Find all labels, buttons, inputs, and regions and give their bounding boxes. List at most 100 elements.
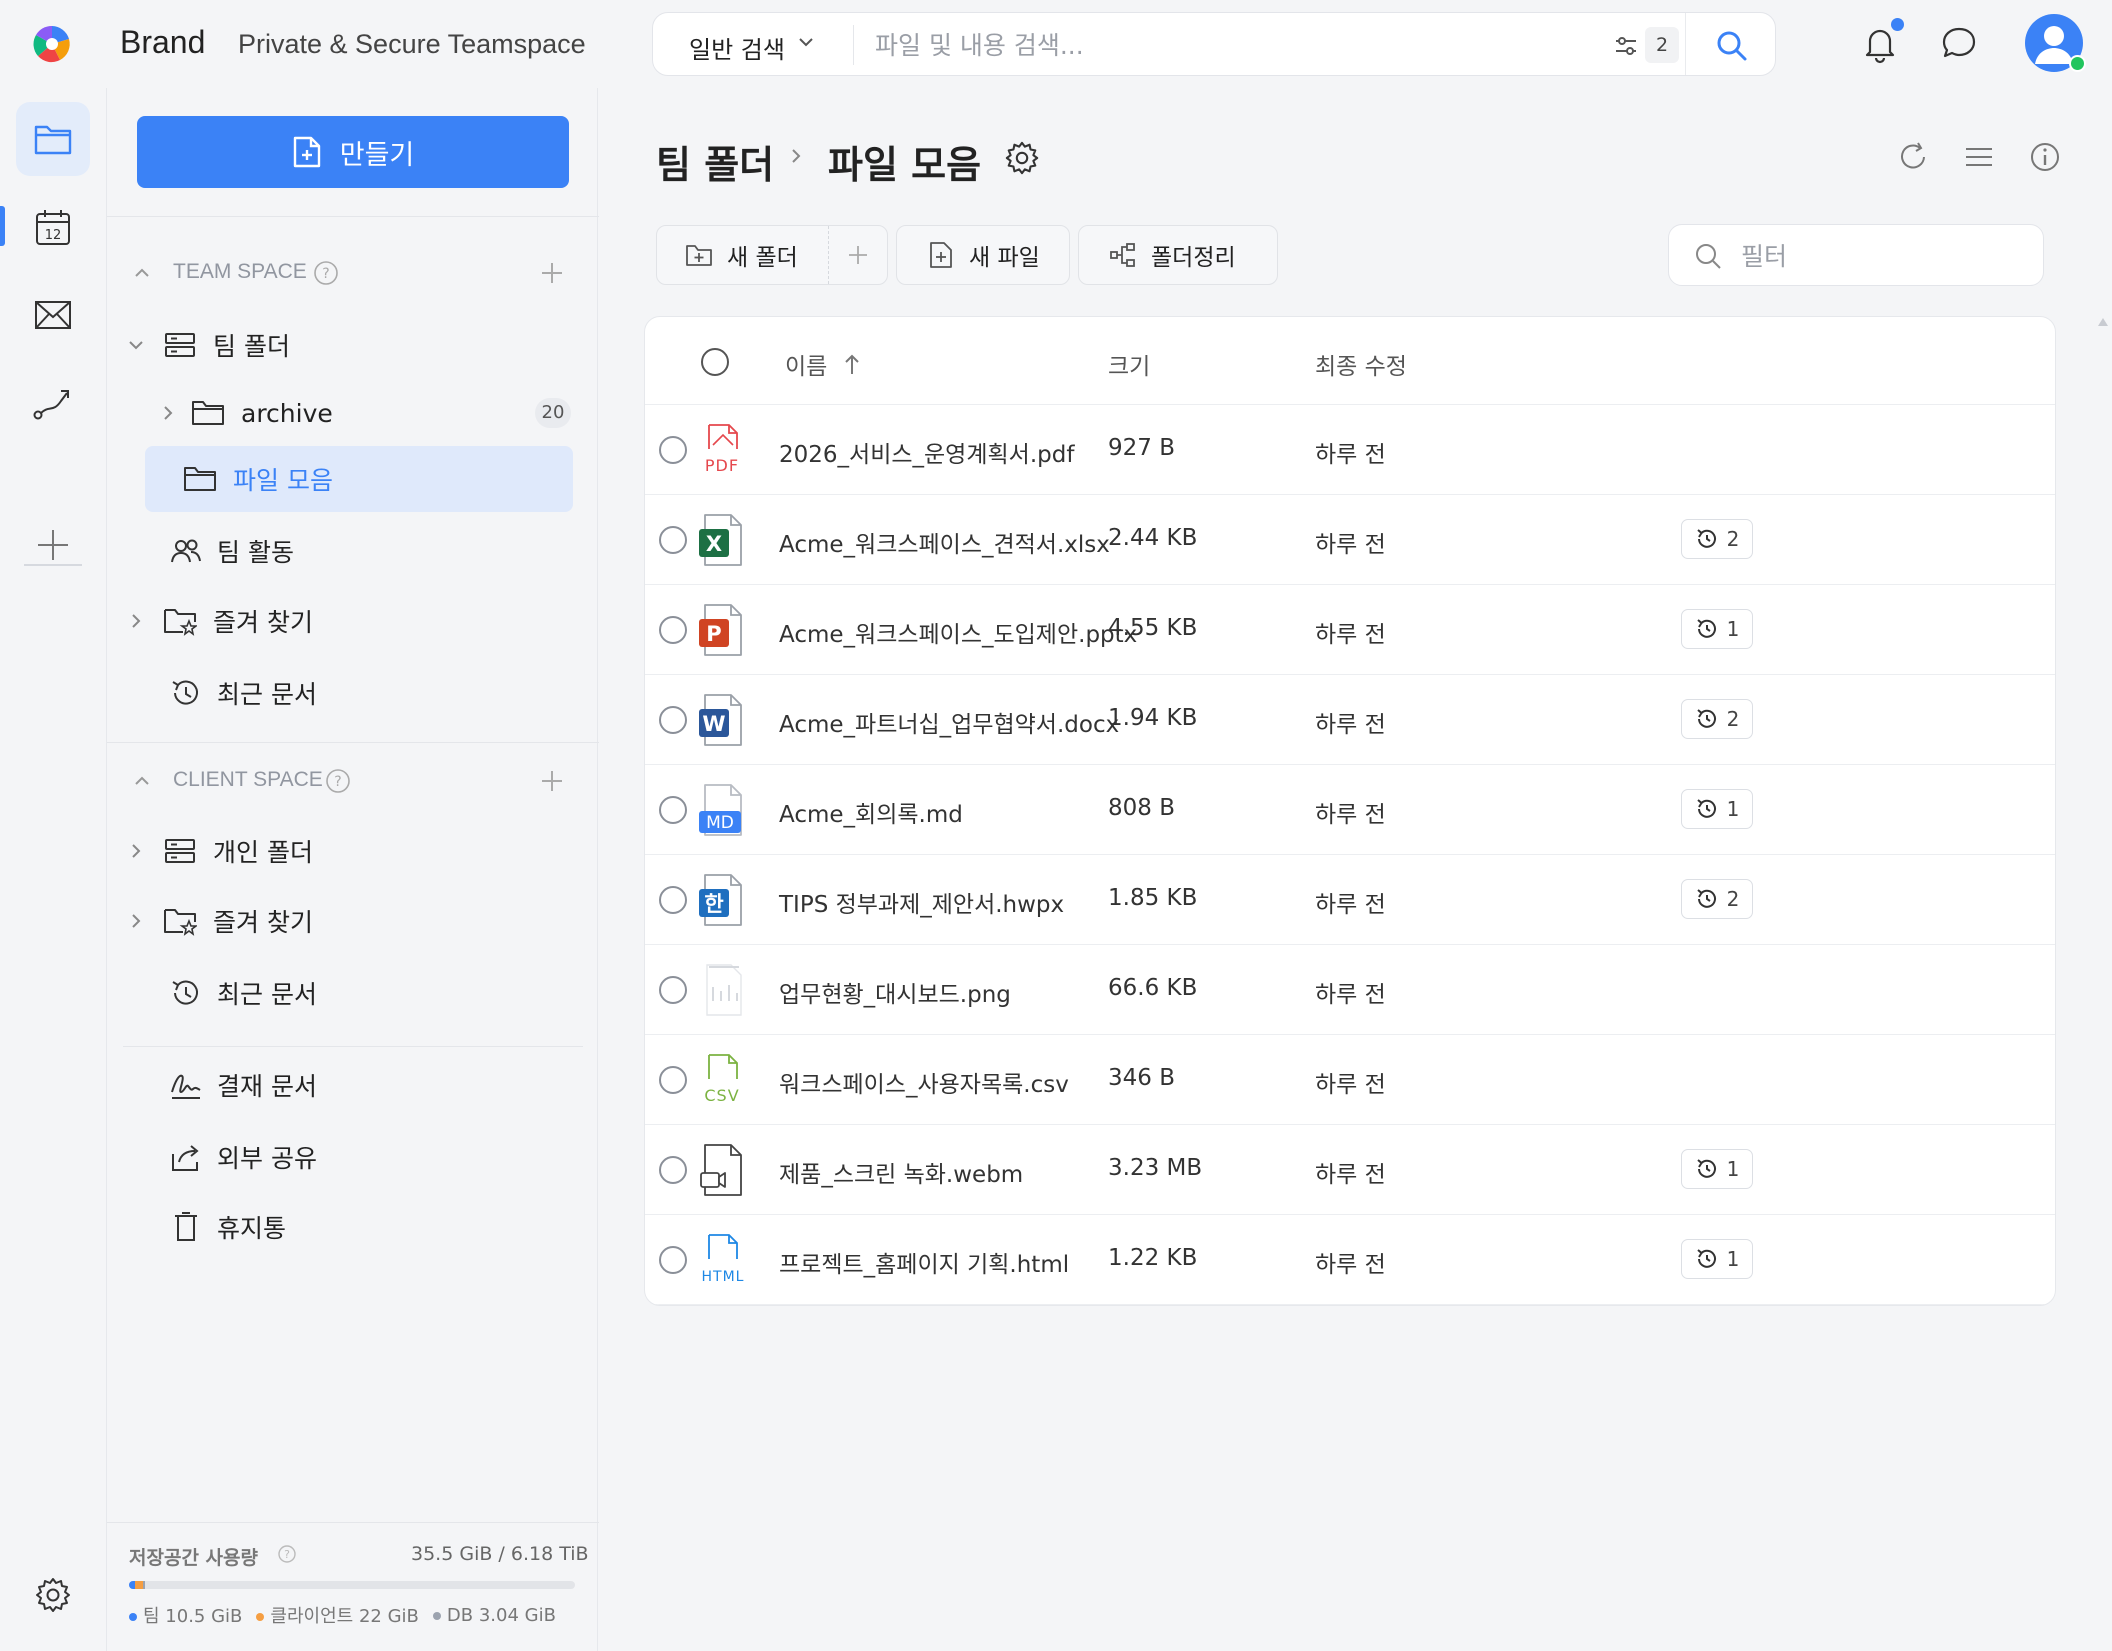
sidebar-item-recent[interactable]: 최근 문서 [117, 660, 547, 726]
table-row[interactable]: 제품_스크린 녹화.webm 3.23 MB 하루 전 1 [645, 1125, 2055, 1215]
column-header-name[interactable]: 이름 [785, 347, 863, 381]
row-select-checkbox[interactable] [659, 706, 687, 734]
version-history-button[interactable]: 1 [1681, 609, 1753, 649]
file-name[interactable]: TIPS 정부과제_제안서.hwpx [779, 885, 1064, 919]
row-select-checkbox[interactable] [659, 616, 687, 644]
sidebar-item-team-activity[interactable]: 팀 활동 [117, 518, 547, 584]
file-name[interactable]: 프로젝트_홈페이지 기획.html [779, 1245, 1069, 1279]
search-icon[interactable] [1713, 27, 1751, 65]
version-history-button[interactable]: 1 [1681, 1149, 1753, 1189]
help-icon[interactable]: ? [325, 768, 351, 794]
column-header-modified[interactable]: 최종 수정 [1315, 347, 1407, 381]
sidebar-item-favorites[interactable]: 즐겨 찾기 [117, 588, 547, 654]
sidebar-item-trash[interactable]: 휴지통 [117, 1194, 547, 1260]
brand-logo-icon[interactable] [30, 22, 74, 66]
version-history-button[interactable]: 2 [1681, 699, 1753, 739]
new-folder-button[interactable]: 새 폴더 [657, 226, 829, 284]
bell-icon[interactable] [1862, 24, 1898, 64]
version-history-button[interactable]: 2 [1681, 519, 1753, 559]
sidebar-item-personal-folder[interactable]: 개인 폴더 [117, 818, 547, 884]
version-count: 1 [1726, 1157, 1740, 1181]
add-client-space-icon[interactable] [539, 768, 565, 794]
table-row[interactable]: PDF 2026_서비스_운영계획서.pdf 927 B 하루 전 [645, 405, 2055, 495]
table-row[interactable]: 한 TIPS 정부과제_제안서.hwpx 1.85 KB 하루 전 2 [645, 855, 2055, 945]
filter-count-badge[interactable]: 2 [1645, 27, 1679, 63]
breadcrumb-root[interactable]: 팀 폴더 [656, 134, 774, 189]
rail-workflow[interactable] [16, 366, 90, 440]
help-icon[interactable]: ? [313, 260, 339, 286]
add-team-space-icon[interactable] [539, 260, 565, 286]
sidebar-item-client-recent[interactable]: 최근 문서 [117, 960, 547, 1026]
table-row[interactable]: 업무현황_대시보드.png 66.6 KB 하루 전 [645, 945, 2055, 1035]
organize-folder-button[interactable]: 폴더정리 [1078, 225, 1278, 285]
file-name[interactable]: 제품_스크린 녹화.webm [779, 1155, 1023, 1189]
refresh-icon[interactable] [1896, 140, 1930, 174]
sidebar-item-file-collection[interactable]: 파일 모음 [145, 446, 573, 512]
chevron-right-icon[interactable] [125, 610, 147, 632]
info-icon[interactable] [2028, 140, 2062, 174]
file-name[interactable]: Acme_회의록.md [779, 795, 963, 829]
row-select-checkbox[interactable] [659, 796, 687, 824]
version-history-button[interactable]: 2 [1681, 879, 1753, 919]
chevron-right-icon[interactable] [125, 840, 147, 862]
sidebar-item-approval[interactable]: 결재 문서 [117, 1052, 547, 1118]
row-select-checkbox[interactable] [659, 976, 687, 1004]
pptx-file-icon: P [699, 604, 742, 656]
table-row[interactable]: X Acme_워크스페이스_견적서.xlsx 2.44 KB 하루 전 2 [645, 495, 2055, 585]
row-select-checkbox[interactable] [659, 526, 687, 554]
sidebar-item-external-share[interactable]: 외부 공유 [117, 1124, 547, 1190]
chevron-up-icon[interactable] [131, 262, 153, 284]
table-row[interactable]: P Acme_워크스페이스_도입제안.pptx 4.55 KB 하루 전 1 [645, 585, 2055, 675]
create-button[interactable]: 만들기 [137, 116, 569, 188]
chevron-right-icon[interactable] [125, 910, 147, 932]
table-header: 이름 크기 최종 수정 [645, 317, 2055, 405]
chevron-right-icon[interactable] [157, 402, 179, 424]
rail-settings[interactable] [16, 1558, 90, 1632]
file-type-badge-text: W [702, 712, 725, 736]
folder-settings-icon[interactable] [1004, 140, 1040, 176]
file-name[interactable]: 업무현황_대시보드.png [779, 975, 1011, 1009]
sidebar-item-client-favorites[interactable]: 즐겨 찾기 [117, 888, 547, 954]
list-view-icon[interactable] [1962, 140, 1996, 174]
main-panel: 팀 폴더 파일 모음 새 폴더 새 파일 폴더정리 이름 [600, 88, 2112, 1651]
rail-files[interactable] [16, 102, 90, 176]
chevron-up-icon[interactable] [131, 770, 153, 792]
filter-field [1668, 224, 2044, 286]
sliders-icon[interactable] [1613, 33, 1639, 59]
table-row[interactable]: MD Acme_회의록.md 808 B 하루 전 1 [645, 765, 2055, 855]
row-select-checkbox[interactable] [659, 1156, 687, 1184]
search-type-select[interactable]: 일반 검색 [689, 30, 785, 65]
table-row[interactable]: W Acme_파트너십_업무협약서.docx 1.94 KB 하루 전 2 [645, 675, 2055, 765]
rail-add[interactable] [16, 508, 90, 582]
scroll-up-arrow[interactable] [2098, 318, 2108, 326]
table-row[interactable]: HTML 프로젝트_홈페이지 기획.html 1.22 KB 하루 전 1 [645, 1215, 2055, 1305]
sidebar-item-archive[interactable]: archive [117, 380, 547, 446]
client-space-header[interactable]: CLIENT SPACE ? [107, 762, 599, 802]
file-name[interactable]: Acme_파트너십_업무협약서.docx [779, 705, 1119, 739]
table-row[interactable]: CSV 워크스페이스_사용자목록.csv 346 B 하루 전 [645, 1035, 2055, 1125]
team-space-header[interactable]: TEAM SPACE ? [107, 254, 599, 294]
row-select-checkbox[interactable] [659, 886, 687, 914]
new-file-button[interactable]: 새 파일 [896, 225, 1070, 285]
row-select-checkbox[interactable] [659, 1246, 687, 1274]
sidebar-item-team-folder[interactable]: 팀 폴더 [117, 312, 547, 378]
version-history-button[interactable]: 1 [1681, 789, 1753, 829]
add-option-button[interactable] [829, 226, 887, 284]
version-history-button[interactable]: 1 [1681, 1239, 1753, 1279]
column-header-size[interactable]: 크기 [1108, 347, 1150, 381]
row-select-checkbox[interactable] [659, 436, 687, 464]
chevron-down-icon[interactable] [125, 334, 147, 356]
rail-mail[interactable] [16, 278, 90, 352]
row-select-checkbox[interactable] [659, 1066, 687, 1094]
help-icon[interactable]: ? [277, 1544, 297, 1564]
filter-input[interactable] [1741, 237, 2021, 275]
chevron-down-icon[interactable] [795, 31, 817, 53]
select-all-checkbox[interactable] [701, 348, 729, 376]
file-name[interactable]: Acme_워크스페이스_견적서.xlsx [779, 525, 1110, 559]
chat-bubble-icon[interactable] [1940, 24, 1978, 62]
file-name[interactable]: 2026_서비스_운영계획서.pdf [779, 435, 1074, 469]
file-name[interactable]: Acme_워크스페이스_도입제안.pptx [779, 615, 1137, 649]
rail-calendar[interactable]: 12 [16, 190, 90, 264]
search-input[interactable] [875, 23, 1435, 67]
file-name[interactable]: 워크스페이스_사용자목록.csv [779, 1065, 1069, 1099]
